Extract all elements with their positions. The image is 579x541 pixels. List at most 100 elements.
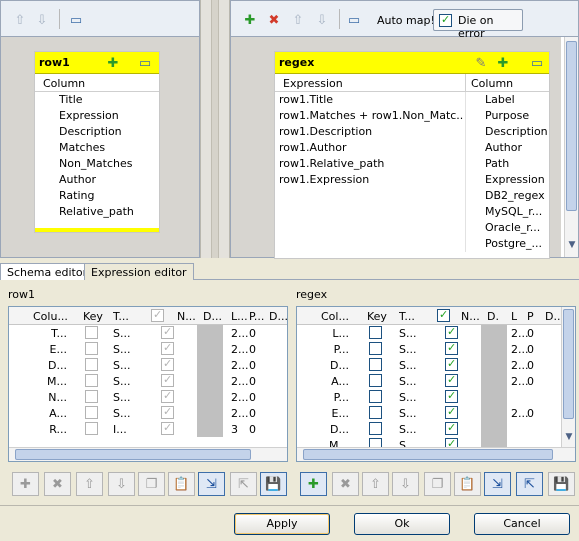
schema-column-cell[interactable]: E... [39, 343, 67, 356]
save-button[interactable]: 💾 [260, 472, 287, 496]
nullable-checkbox[interactable] [161, 373, 174, 387]
schema-precision-cell[interactable]: 0 [527, 327, 534, 340]
edit-icon[interactable]: ✎ [473, 55, 489, 71]
schema-type-cell[interactable]: S... [113, 327, 130, 340]
nullable-checkbox[interactable] [445, 373, 458, 387]
expression-cell[interactable]: row1.Author [279, 141, 463, 154]
add-row-button[interactable]: ✚ [12, 472, 39, 496]
expression-cell[interactable]: row1.Title [279, 93, 463, 106]
add-row-button-right[interactable]: ✚ [300, 472, 327, 496]
minimize-icon[interactable]: ▭ [529, 55, 545, 71]
output-vertical-scrollbar[interactable]: ▼ [564, 37, 578, 257]
schema-type-cell[interactable]: S... [399, 359, 416, 372]
key-checkbox[interactable] [85, 374, 98, 387]
nullable-checkbox[interactable] [161, 357, 174, 371]
schema-precision-cell[interactable]: 0 [527, 343, 534, 356]
scroll-down-icon[interactable]: ▼ [566, 239, 578, 251]
paste-button[interactable]: 📋 [168, 472, 195, 496]
schema-right-vscroll[interactable]: ▼ [561, 307, 575, 447]
input-column-row[interactable]: Author [35, 172, 159, 188]
schema-precision-cell[interactable]: 0 [249, 375, 256, 388]
schema-row[interactable]: M... S... 2...0 [9, 373, 287, 389]
schema-length-cell[interactable]: 2... [511, 343, 529, 356]
scroll-down-icon[interactable]: ▼ [563, 431, 575, 443]
schema-left-grid[interactable]: Colu... Key T... N... D... L... P... D..… [8, 306, 288, 462]
input-column-row[interactable]: Description [35, 124, 159, 140]
schema-right-grid[interactable]: Col... Key T... N... D. L P D... L... S..… [296, 306, 576, 462]
add-output-icon[interactable]: ✚ [495, 55, 511, 71]
schema-type-cell[interactable]: S... [113, 407, 130, 420]
nullable-checkbox[interactable] [445, 325, 458, 339]
nullable-checkbox[interactable] [161, 405, 174, 419]
scroll-thumb[interactable] [15, 449, 251, 460]
schema-length-cell[interactable]: 2... [231, 391, 249, 404]
schema-type-cell[interactable]: S... [399, 391, 416, 404]
scroll-thumb[interactable] [563, 309, 574, 419]
input-column-row[interactable]: Title [35, 92, 159, 108]
schema-type-cell[interactable]: S... [399, 343, 416, 356]
key-checkbox[interactable] [369, 422, 382, 435]
move-up-icon[interactable]: ⇧ [11, 11, 29, 29]
schema-column-cell[interactable]: A... [39, 407, 67, 420]
input-column-row[interactable]: Relative_path [35, 204, 159, 220]
schema-length-cell[interactable]: 2... [231, 327, 249, 340]
import-button[interactable]: ⇲ [198, 472, 225, 496]
nullable-checkbox[interactable] [445, 341, 458, 355]
schema-length-cell[interactable]: 2... [231, 375, 249, 388]
output-expression-row[interactable]: row1.Expression Expression [275, 172, 549, 188]
delete-icon[interactable]: ✖ [265, 11, 283, 29]
move-down-button-right[interactable]: ⇩ [392, 472, 419, 496]
schema-row[interactable]: R... I... 30 [9, 421, 287, 437]
schema-type-cell[interactable]: S... [399, 407, 416, 420]
die-on-error-toggle[interactable]: Die on error [433, 9, 523, 40]
schema-length-cell[interactable]: 2... [511, 375, 529, 388]
header-nullable-checkbox[interactable] [437, 308, 450, 322]
schema-type-cell[interactable]: S... [399, 423, 416, 436]
expression-cell[interactable]: row1.Description [279, 125, 463, 138]
paste-button-right[interactable]: 📋 [454, 472, 481, 496]
key-checkbox[interactable] [85, 326, 98, 339]
schema-row[interactable]: T... S... 2...0 [9, 325, 287, 341]
move-down-icon[interactable]: ⇩ [313, 11, 331, 29]
key-checkbox[interactable] [369, 358, 382, 371]
apply-button[interactable]: Apply [234, 513, 330, 535]
nullable-checkbox[interactable] [161, 325, 174, 339]
expression-cell[interactable]: row1.Relative_path [279, 157, 463, 170]
input-table-row1[interactable]: row1 ✚ ▭ Column Title Expression Descripti… [34, 51, 160, 233]
schema-precision-cell[interactable]: 0 [249, 407, 256, 420]
nullable-checkbox[interactable] [445, 405, 458, 419]
schema-row[interactable]: E... S... 2...0 [297, 405, 575, 421]
nullable-checkbox[interactable] [161, 389, 174, 403]
schema-length-cell[interactable]: 3 [231, 423, 238, 436]
output-expression-row[interactable]: Oracle_r... [275, 220, 549, 236]
cancel-button[interactable]: Cancel [474, 513, 570, 535]
schema-row[interactable]: A... S... 2...0 [9, 405, 287, 421]
schema-type-cell[interactable]: I... [113, 423, 127, 436]
copy-button-right[interactable]: ❐ [424, 472, 451, 496]
input-column-row[interactable]: Matches [35, 140, 159, 156]
output-expression-row[interactable]: row1.Description Description [275, 124, 549, 140]
schema-column-cell[interactable]: P... [321, 343, 349, 356]
schema-column-cell[interactable]: N... [39, 391, 67, 404]
schema-row[interactable]: D... S... 2...0 [297, 357, 575, 373]
output-expression-row[interactable]: row1.Author Author [275, 140, 549, 156]
key-checkbox[interactable] [85, 390, 98, 403]
add-icon[interactable]: ✚ [241, 11, 259, 29]
export-button-right[interactable]: ⇱ [516, 472, 543, 496]
tab-schema-editor[interactable]: Schema editor [0, 263, 95, 281]
schema-column-cell[interactable]: R... [39, 423, 67, 436]
schema-row[interactable]: L... S... 2...0 [297, 325, 575, 341]
nullable-checkbox[interactable] [445, 357, 458, 371]
expression-cell[interactable]: row1.Expression [279, 173, 463, 186]
schema-row[interactable]: P... S... [297, 389, 575, 405]
scroll-thumb[interactable] [566, 41, 577, 211]
minimize-icon[interactable]: ▭ [137, 55, 153, 71]
schema-length-cell[interactable]: 2... [231, 359, 249, 372]
move-up-icon[interactable]: ⇧ [289, 11, 307, 29]
schema-precision-cell[interactable]: 0 [249, 343, 256, 356]
input-column-row[interactable]: Non_Matches [35, 156, 159, 172]
schema-row[interactable]: E... S... 2...0 [9, 341, 287, 357]
minimize-icon[interactable]: ▭ [345, 11, 363, 29]
output-table-regex[interactable]: regex ✎ ✚ ▭ Expression Column row1.Title… [274, 51, 550, 259]
schema-precision-cell[interactable]: 0 [527, 375, 534, 388]
